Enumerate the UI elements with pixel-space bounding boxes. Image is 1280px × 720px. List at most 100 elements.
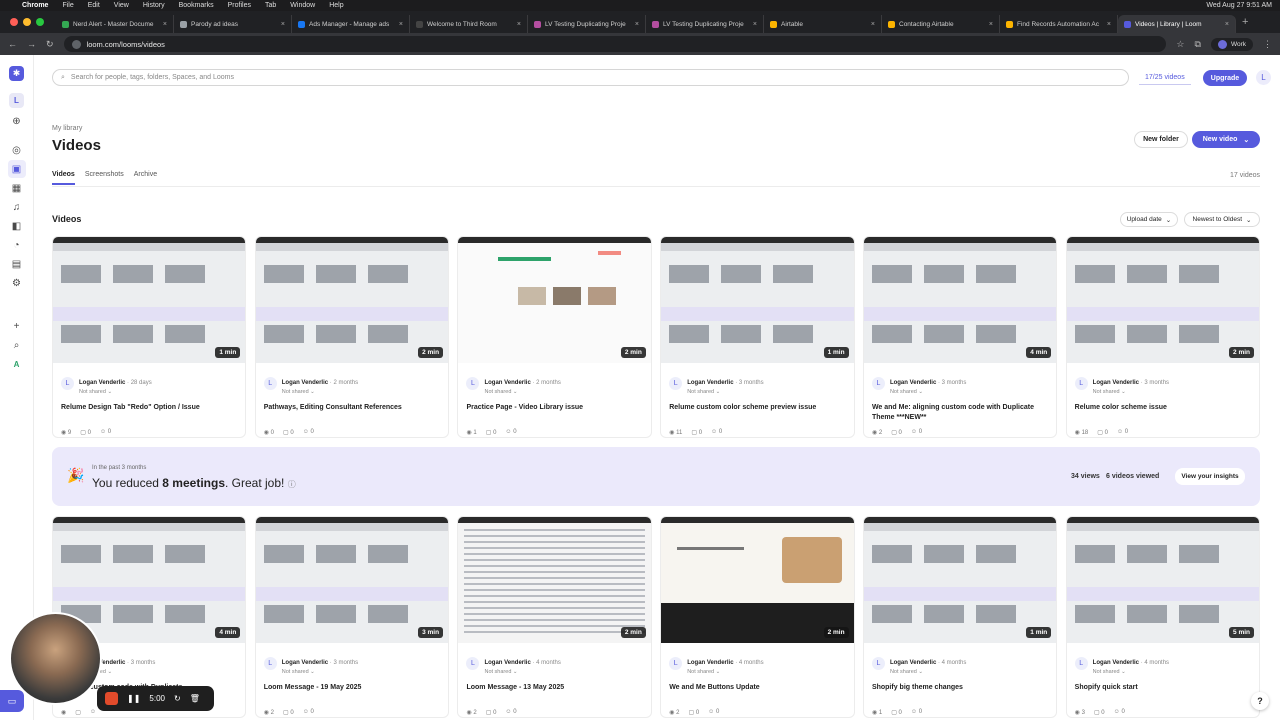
tab-close-icon[interactable]: × (281, 21, 285, 28)
info-icon[interactable]: ⓘ (288, 480, 296, 489)
share-status[interactable]: Not shared ⌄ (890, 669, 966, 675)
browser-tab[interactable]: Videos | Library | Loom × (1118, 15, 1236, 33)
tab-close-icon[interactable]: × (871, 21, 875, 28)
search-input[interactable]: ⌕ Search for people, tags, folders, Spac… (52, 69, 1129, 86)
video-thumbnail[interactable]: 5 min (1066, 517, 1260, 643)
video-title[interactable]: Loom Message - 13 May 2025 (466, 683, 642, 705)
tab-close-icon[interactable]: × (399, 21, 403, 28)
video-card[interactable]: 2 min L Logan Venderlic · 4 months Not shar… (457, 516, 652, 718)
profile-button[interactable]: Work (1210, 37, 1253, 51)
share-status[interactable]: Not shared ⌄ (890, 389, 966, 395)
browser-tab[interactable]: Find Records Automation Ac × (1000, 15, 1118, 33)
owner-avatar[interactable]: L (466, 376, 480, 390)
menubar-item-history[interactable]: History (143, 2, 165, 9)
video-thumbnail[interactable]: 2 min (661, 517, 854, 643)
video-quota[interactable]: 17/25 videos (1139, 70, 1191, 85)
share-status[interactable]: Not shared ⌄ (687, 669, 763, 675)
video-thumbnail[interactable]: 4 min (863, 237, 1057, 363)
video-thumbnail[interactable]: 1 min (53, 237, 246, 363)
breadcrumb[interactable]: My library (52, 125, 82, 132)
pause-icon[interactable]: ❚❚ (127, 694, 140, 703)
browser-tab[interactable]: Airtable × (764, 15, 882, 33)
browser-tab[interactable]: Nerd Alert - Master Docume × (56, 15, 174, 33)
video-card[interactable]: 2 min L Logan Venderlic · 2 months Not shar… (457, 236, 652, 438)
search-spaces-icon[interactable]: ⌕ (8, 336, 26, 354)
menubar-item-edit[interactable]: Edit (88, 2, 100, 9)
menubar-item-window[interactable]: Window (290, 2, 315, 9)
video-thumbnail[interactable]: 3 min (255, 517, 449, 643)
owner-avatar[interactable]: L (1074, 656, 1088, 670)
video-title[interactable]: Relume custom color scheme preview issue (669, 403, 845, 425)
video-title[interactable]: Loom Message - 19 May 2025 (264, 683, 440, 705)
video-title[interactable]: Relume Design Tab "Redo" Option / Issue (61, 403, 237, 425)
share-status[interactable]: Not shared ⌄ (687, 389, 763, 395)
upgrade-button[interactable]: Upgrade (1203, 70, 1247, 86)
camera-bubble[interactable] (9, 612, 102, 705)
tab-archive[interactable]: Archive (134, 171, 157, 185)
video-card[interactable]: 5 min L Logan Venderlic · 4 months Not shar… (1065, 516, 1261, 718)
bookmark-star-icon[interactable]: ☆ (1176, 39, 1184, 50)
browser-tab[interactable]: LV Testing Duplicating Proje × (646, 15, 764, 33)
add-space-icon[interactable]: + (8, 317, 26, 335)
tab-videos[interactable]: Videos (52, 171, 75, 185)
tab-screenshots[interactable]: Screenshots (85, 171, 124, 185)
menubar-item-tab[interactable]: Tab (265, 2, 276, 9)
browser-menu-icon[interactable]: ⋮ (1263, 39, 1272, 50)
video-card[interactable]: 3 min L Logan Venderlic · 3 months Not shar… (254, 516, 450, 718)
video-thumbnail[interactable]: 1 min (863, 517, 1057, 643)
forward-icon[interactable]: → (27, 39, 36, 49)
owner-avatar[interactable]: L (669, 656, 683, 670)
menubar-item-help[interactable]: Help (329, 2, 343, 9)
loom-logo-icon[interactable]: ✱ (9, 66, 24, 81)
video-thumbnail[interactable]: 2 min (1066, 237, 1260, 363)
video-card[interactable]: 2 min L Logan Venderlic · 4 months Not shar… (660, 516, 855, 718)
video-title[interactable]: Shopify big theme changes (872, 683, 1048, 705)
owner-name[interactable]: Logan Venderlic (484, 660, 530, 666)
share-status[interactable]: Not shared ⌄ (484, 669, 560, 675)
video-card[interactable]: 2 min L Logan Venderlic · 3 months Not shar… (1065, 236, 1261, 438)
browser-tab[interactable]: Contacting Airtable × (882, 15, 1000, 33)
video-title[interactable]: We and Me: aligning custom code with Dup… (872, 403, 1048, 425)
browser-tab[interactable]: Welcome to Third Room × (410, 15, 528, 33)
library-icon[interactable]: ▣ (7, 160, 26, 178)
video-title[interactable]: Relume color scheme issue (1075, 403, 1251, 425)
share-status[interactable]: Not shared ⌄ (1093, 669, 1169, 675)
video-title[interactable]: Shopify quick start (1075, 683, 1251, 705)
video-card[interactable]: 2 min L Logan Venderlic · 2 months Not shar… (254, 236, 450, 438)
video-card[interactable]: 4 min L Logan Venderlic · 3 months Not shar… (862, 236, 1058, 438)
home-icon[interactable]: ◎ (8, 141, 26, 159)
user-avatar[interactable]: L (1256, 70, 1271, 85)
gift-icon[interactable]: ▤ (8, 255, 26, 273)
minimize-window-button[interactable] (23, 18, 31, 26)
share-status[interactable]: Not shared ⌄ (1093, 389, 1169, 395)
owner-avatar[interactable]: L (466, 656, 480, 670)
tab-close-icon[interactable]: × (517, 21, 521, 28)
help-button[interactable]: ? (1251, 692, 1269, 710)
video-title[interactable]: We and Me Buttons Update (669, 683, 845, 705)
tab-close-icon[interactable]: × (753, 21, 757, 28)
menubar-item-profiles[interactable]: Profiles (228, 2, 251, 9)
tab-close-icon[interactable]: × (1107, 21, 1111, 28)
video-title[interactable]: Pathways, Editing Consultant References (264, 403, 440, 425)
browser-tab[interactable]: LV Testing Duplicating Proje × (528, 15, 646, 33)
owner-avatar[interactable]: L (61, 376, 74, 390)
site-info-icon[interactable] (71, 39, 81, 49)
owner-avatar[interactable]: L (669, 376, 683, 390)
watch-later-icon[interactable]: ◧ (8, 217, 26, 235)
back-icon[interactable]: ← (8, 39, 17, 49)
loom-extension-icon[interactable]: ▭ (0, 690, 24, 712)
video-card[interactable]: 1 min L Logan Venderlic · 28 days Not share… (52, 236, 247, 438)
owner-avatar[interactable]: L (871, 376, 885, 390)
space-avatar[interactable]: A (8, 355, 26, 373)
sort-field-dropdown[interactable]: Upload date ⌄ (1120, 212, 1178, 227)
menubar-app-name[interactable]: Chrome (22, 2, 48, 9)
video-title[interactable]: Practice Page - Video Library issue (466, 403, 642, 425)
share-status[interactable]: Not shared ⌄ (282, 669, 358, 675)
zoom-window-button[interactable] (36, 18, 44, 26)
owner-avatar[interactable]: L (263, 376, 277, 390)
history-icon[interactable]: ◔ (8, 236, 26, 254)
menubar-item-file[interactable]: File (62, 2, 73, 9)
trash-icon[interactable]: 🗑 (190, 694, 200, 703)
tab-close-icon[interactable]: × (989, 21, 993, 28)
owner-name[interactable]: Logan Venderlic (687, 660, 733, 666)
